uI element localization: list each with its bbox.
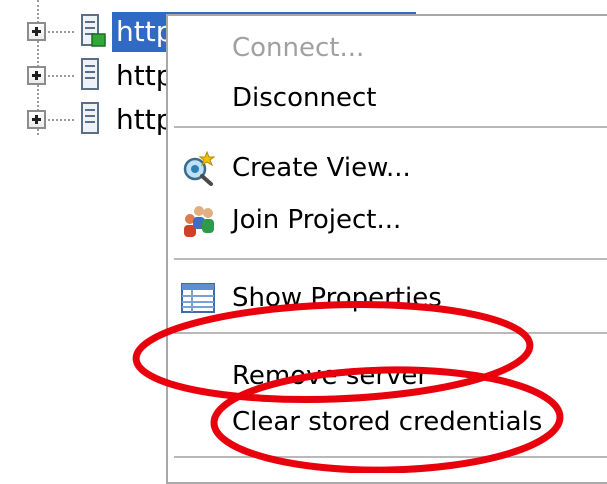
menu-item-remove-server[interactable]: Remove server	[168, 352, 607, 402]
menu-item-label: Show Properties	[232, 283, 442, 313]
menu-separator	[174, 456, 607, 458]
join-project-icon	[184, 206, 214, 237]
expand-plus-icon[interactable]	[27, 66, 46, 85]
menu-item-label: Connect...	[232, 33, 365, 63]
server-icon	[81, 102, 99, 134]
menu-item-show-properties[interactable]: Show Properties	[168, 274, 607, 324]
expand-plus-icon[interactable]	[27, 22, 46, 41]
expand-plus-icon[interactable]	[27, 110, 46, 129]
menu-item-label: Join Project...	[232, 205, 402, 235]
menu-item-label: Disconnect	[232, 83, 377, 113]
server-icon	[81, 58, 99, 90]
menu-item-disconnect[interactable]: Disconnect	[168, 74, 607, 124]
create-view-icon	[183, 150, 216, 186]
menu-item-connect[interactable]: Connect...	[168, 24, 607, 74]
tree-item-label[interactable]: http	[116, 100, 173, 140]
menu-item-clear-credentials[interactable]: Clear stored credentials	[168, 398, 607, 448]
menu-item-create-view[interactable]: Create View...	[168, 144, 607, 194]
menu-separator	[174, 258, 607, 260]
tree-item-label[interactable]: http	[116, 56, 173, 96]
tree-connector	[48, 119, 74, 121]
menu-separator	[174, 126, 607, 128]
tree-connector	[48, 75, 74, 77]
menu-separator	[174, 332, 607, 334]
menu-item-join-project[interactable]: Join Project...	[168, 196, 607, 246]
properties-icon	[181, 283, 215, 313]
server-connected-icon	[81, 14, 106, 47]
menu-item-label: Clear stored credentials	[232, 407, 543, 437]
menu-item-label: Create View...	[232, 153, 411, 183]
menu-item-label: Remove server	[232, 361, 429, 391]
context-menu: Connect... Disconnect Create View... Joi…	[166, 14, 607, 484]
tree-connector	[48, 31, 74, 33]
